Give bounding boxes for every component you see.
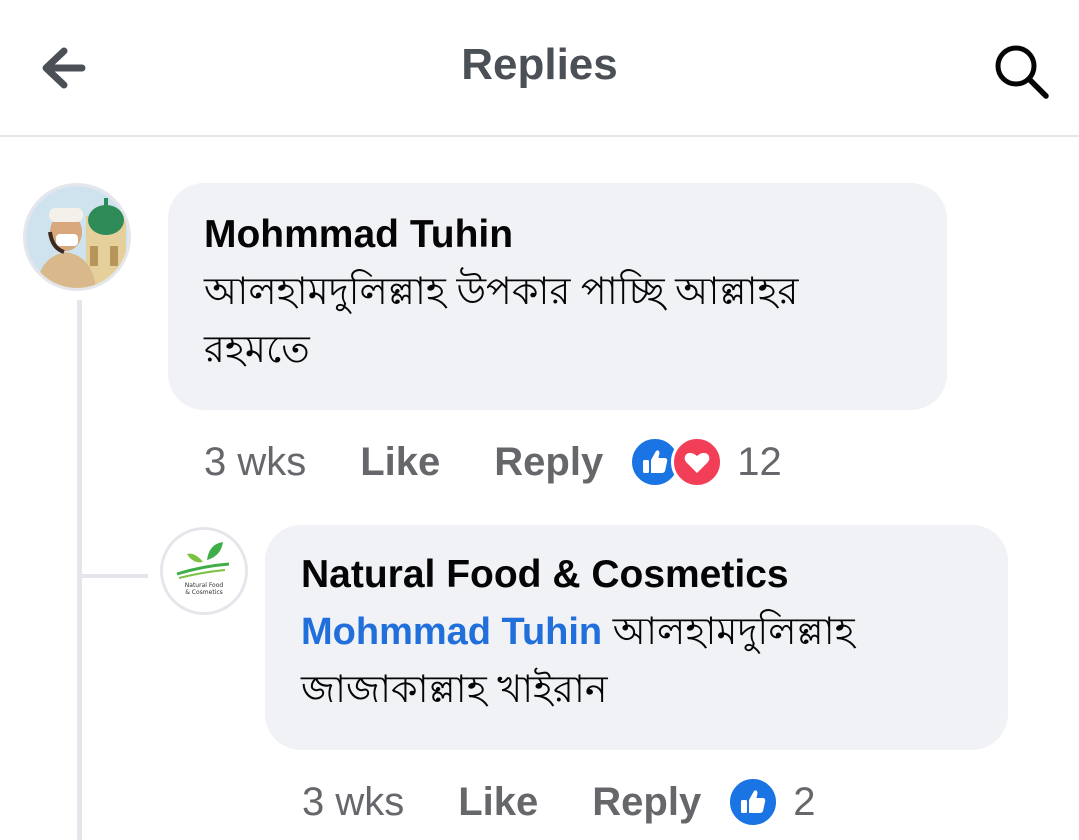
- comment-actions: 3 wks Like Reply 12: [204, 436, 782, 488]
- reply-text: Mohmmad Tuhin আলহামদুলিল্লাহ জাজাকাল্লাহ…: [301, 603, 972, 719]
- reply-actions: 3 wks Like Reply 2: [302, 776, 815, 828]
- love-icon: [671, 436, 724, 488]
- like-button[interactable]: Like: [458, 780, 538, 825]
- page-avatar[interactable]: Natural Food & Cosmetics: [160, 527, 248, 615]
- reaction-count[interactable]: 12: [737, 440, 782, 485]
- reply-button[interactable]: Reply: [494, 440, 603, 485]
- reactions[interactable]: [727, 776, 780, 828]
- logo-text: Natural Food: [185, 582, 224, 589]
- reply-author[interactable]: Natural Food & Cosmetics: [301, 551, 972, 599]
- reply-bubble: Natural Food & Cosmetics Mohmmad Tuhin আ…: [265, 525, 1008, 750]
- thread-line: [77, 300, 82, 840]
- logo-text: & Cosmetics: [185, 589, 223, 596]
- reply-button[interactable]: Reply: [592, 780, 701, 825]
- mention-link[interactable]: Mohmmad Tuhin: [301, 611, 602, 653]
- search-icon[interactable]: [988, 38, 1056, 100]
- avatar[interactable]: [23, 183, 131, 291]
- reactions[interactable]: [629, 436, 724, 488]
- reply-branch-line: [80, 574, 148, 578]
- reply-timestamp[interactable]: 3 wks: [302, 780, 404, 825]
- comment-bubble: Mohmmad Tuhin আলহামদুলিল্লাহ উপকার পাচ্ছ…: [168, 183, 947, 410]
- like-button[interactable]: Like: [360, 440, 440, 485]
- page-title: Replies: [461, 40, 618, 89]
- like-icon: [727, 776, 780, 828]
- top-bar: Replies: [0, 0, 1079, 137]
- reaction-count[interactable]: 2: [793, 780, 815, 825]
- comment-timestamp[interactable]: 3 wks: [204, 440, 306, 485]
- comment-author[interactable]: Mohmmad Tuhin: [204, 211, 911, 259]
- comment-text: আলহামদুলিল্লাহ উপকার পাচ্ছি আল্লাহর রহমত…: [204, 271, 799, 371]
